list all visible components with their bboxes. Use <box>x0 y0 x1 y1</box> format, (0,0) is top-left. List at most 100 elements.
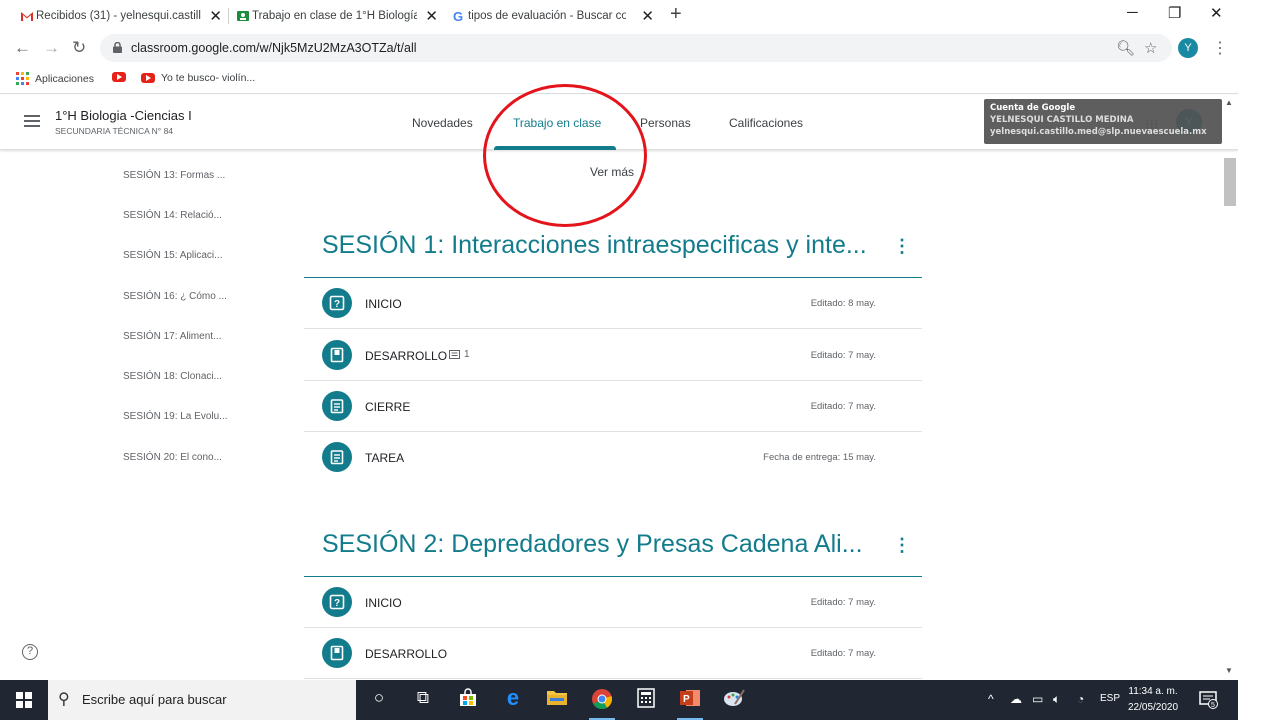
classroom-icon <box>237 11 249 21</box>
comment-icon <box>449 349 460 359</box>
list-item[interactable]: TAREA Fecha de entrega: 15 may. <box>304 432 922 483</box>
back-icon[interactable]: ← <box>14 38 31 58</box>
cortana-icon[interactable]: ○ <box>366 688 392 712</box>
list-item[interactable]: ? INICIO Editado: 8 may. <box>304 278 922 329</box>
ver-mas-link[interactable]: Ver más <box>590 165 634 179</box>
item-title: INICIO <box>365 596 402 610</box>
more-options-icon[interactable]: ⋮ <box>893 535 911 556</box>
notifications-icon[interactable]: 5 <box>1198 689 1218 709</box>
browser-tab-google[interactable]: G tipos de evaluación - Buscar con ✕ <box>448 2 658 30</box>
windows-start-icon[interactable] <box>16 692 32 708</box>
item-title: CIERRE <box>365 400 411 414</box>
wifi-icon[interactable]: ◔ <box>1077 692 1084 706</box>
sidebar-item[interactable]: SESIÓN 13: Formas ... <box>123 170 225 181</box>
class-title[interactable]: 1°H Biologia -Ciencias I <box>55 108 192 123</box>
youtube-icon <box>112 72 126 82</box>
item-date: Editado: 7 may. <box>810 597 876 608</box>
svg-text:P: P <box>683 694 690 705</box>
taskbar-clock[interactable]: 11:34 a. m. 22/05/2020 <box>1128 684 1178 716</box>
browser-tab-gmail[interactable]: Recibidos (31) - yelnesqui.castillo ✕ <box>16 2 226 30</box>
sidebar-item[interactable]: SESIÓN 16: ¿ Cómo ... <box>123 291 227 302</box>
sidebar-item[interactable]: SESIÓN 19: La Evolu... <box>123 411 228 422</box>
comment-count-value: 1 <box>464 349 470 360</box>
task-view-icon[interactable]: ⧉ <box>410 688 436 712</box>
help-icon[interactable]: ? <box>22 644 38 660</box>
edge-icon[interactable]: e <box>500 685 526 710</box>
bookmark-youtube[interactable] <box>112 72 126 82</box>
list-item[interactable]: DESARROLLO 1 Editado: 7 may. <box>304 330 922 381</box>
tab-novedades[interactable]: Novedades <box>412 116 473 130</box>
battery-icon[interactable]: ▭ <box>1032 692 1043 706</box>
section-title: SESIÓN 1: Interacciones intraespecificas… <box>322 231 867 259</box>
sidebar-item[interactable]: SESIÓN 18: Clonaci... <box>123 371 222 382</box>
svg-text:G: G <box>453 9 463 23</box>
list-item[interactable]: ? INICIO Editado: 7 may. <box>304 577 922 628</box>
file-explorer-icon[interactable] <box>544 688 570 712</box>
windows-taskbar: ⚲ Escribe aquí para buscar ○ ⧉ e P ^ ☁ ▭… <box>0 680 1238 720</box>
store-icon[interactable] <box>455 688 481 712</box>
browser-menu-icon[interactable]: ⋮ <box>1212 38 1228 58</box>
class-subtitle: SECUNDARIA TÉCNICA N° 84 <box>55 126 174 136</box>
list-item[interactable]: DESARROLLO Editado: 7 may. <box>304 628 922 679</box>
show-hidden-icons[interactable]: ^ <box>988 692 994 706</box>
sidebar-item[interactable]: SESIÓN 15: Aplicaci... <box>123 250 223 261</box>
powerpoint-icon[interactable]: P <box>677 688 703 720</box>
section-title: SESIÓN 2: Depredadores y Presas Cadena A… <box>322 530 863 558</box>
tab-title: Recibidos (31) - yelnesqui.castillo <box>36 10 201 22</box>
tooltip-heading: Cuenta de Google <box>990 103 1076 113</box>
item-date: Editado: 7 may. <box>810 648 876 659</box>
svg-text:?: ? <box>334 299 340 310</box>
item-title: DESARROLLO <box>365 647 448 661</box>
svg-text:?: ? <box>334 598 340 609</box>
assignment-icon <box>322 442 352 472</box>
scroll-up-arrow[interactable]: ▲ <box>1225 98 1233 107</box>
minimize-icon[interactable]: ─ <box>1127 4 1138 21</box>
taskbar-search[interactable]: ⚲ Escribe aquí para buscar <box>48 680 356 720</box>
active-tab-indicator <box>494 146 616 150</box>
close-icon[interactable]: ✕ <box>425 7 438 25</box>
close-icon[interactable]: ✕ <box>209 7 222 25</box>
bookmark-star-icon[interactable]: ☆ <box>1144 39 1157 57</box>
scrollbar-thumb[interactable] <box>1224 158 1236 206</box>
sidebar-item[interactable]: SESIÓN 14: Relació... <box>123 210 222 221</box>
restore-icon[interactable]: ❐ <box>1168 4 1181 22</box>
new-tab-button[interactable]: + <box>670 3 682 26</box>
tab-personas[interactable]: Personas <box>640 116 691 130</box>
reload-icon[interactable]: ↻ <box>72 38 86 58</box>
sidebar-item[interactable]: SESIÓN 20: El cono... <box>123 452 222 463</box>
menu-icon[interactable] <box>24 115 40 127</box>
material-icon <box>322 638 352 668</box>
close-icon[interactable]: ✕ <box>641 7 654 25</box>
forward-icon[interactable]: → <box>43 38 60 58</box>
close-window-icon[interactable]: ✕ <box>1210 4 1223 22</box>
more-options-icon[interactable]: ⋮ <box>893 236 911 257</box>
clock-time: 11:34 a. m. <box>1128 686 1178 697</box>
chrome-icon[interactable] <box>589 688 615 720</box>
volume-muted-icon[interactable]: 🔈︎ <box>1053 692 1060 707</box>
sidebar-item[interactable]: SESIÓN 17: Aliment... <box>123 331 221 342</box>
zoom-icon[interactable]: 🔍︎ <box>1116 39 1135 57</box>
item-date: Editado: 7 may. <box>810 401 876 412</box>
search-placeholder: Escribe aquí para buscar <box>82 692 227 707</box>
question-icon: ? <box>322 288 352 318</box>
apps-grid-icon <box>16 72 29 85</box>
profile-avatar[interactable]: Y <box>1178 38 1198 58</box>
gmail-icon <box>21 12 33 21</box>
bookmark-label: Aplicaciones <box>35 72 94 85</box>
bookmark-violin[interactable]: Yo te busco- violín... <box>141 72 255 84</box>
bookmark-label: Yo te busco- violín... <box>161 72 256 84</box>
account-tooltip: Cuenta de Google YELNESQUI CASTILLO MEDI… <box>984 99 1222 144</box>
browser-tab-classroom[interactable]: Trabajo en clase de 1°H Biología ✕ <box>232 2 442 30</box>
calculator-icon[interactable] <box>633 688 659 712</box>
scroll-down-arrow[interactable]: ▼ <box>1225 666 1233 675</box>
omnibox[interactable]: classroom.google.com/w/Njk5MzU2MzA3OTZa/… <box>100 34 1172 62</box>
tab-trabajo-en-clase[interactable]: Trabajo en clase <box>513 116 601 130</box>
list-item[interactable]: CIERRE Editado: 7 may. <box>304 381 922 432</box>
paint-icon[interactable] <box>721 688 747 712</box>
tab-calificaciones[interactable]: Calificaciones <box>729 116 803 130</box>
bookmarks-bar: Aplicaciones Yo te busco- violín... <box>0 66 1238 94</box>
item-title: INICIO <box>365 297 402 311</box>
input-language[interactable]: ESP <box>1100 693 1120 704</box>
bookmark-apps[interactable]: Aplicaciones <box>16 72 94 85</box>
onedrive-error-icon[interactable]: ☁ <box>1010 692 1022 706</box>
